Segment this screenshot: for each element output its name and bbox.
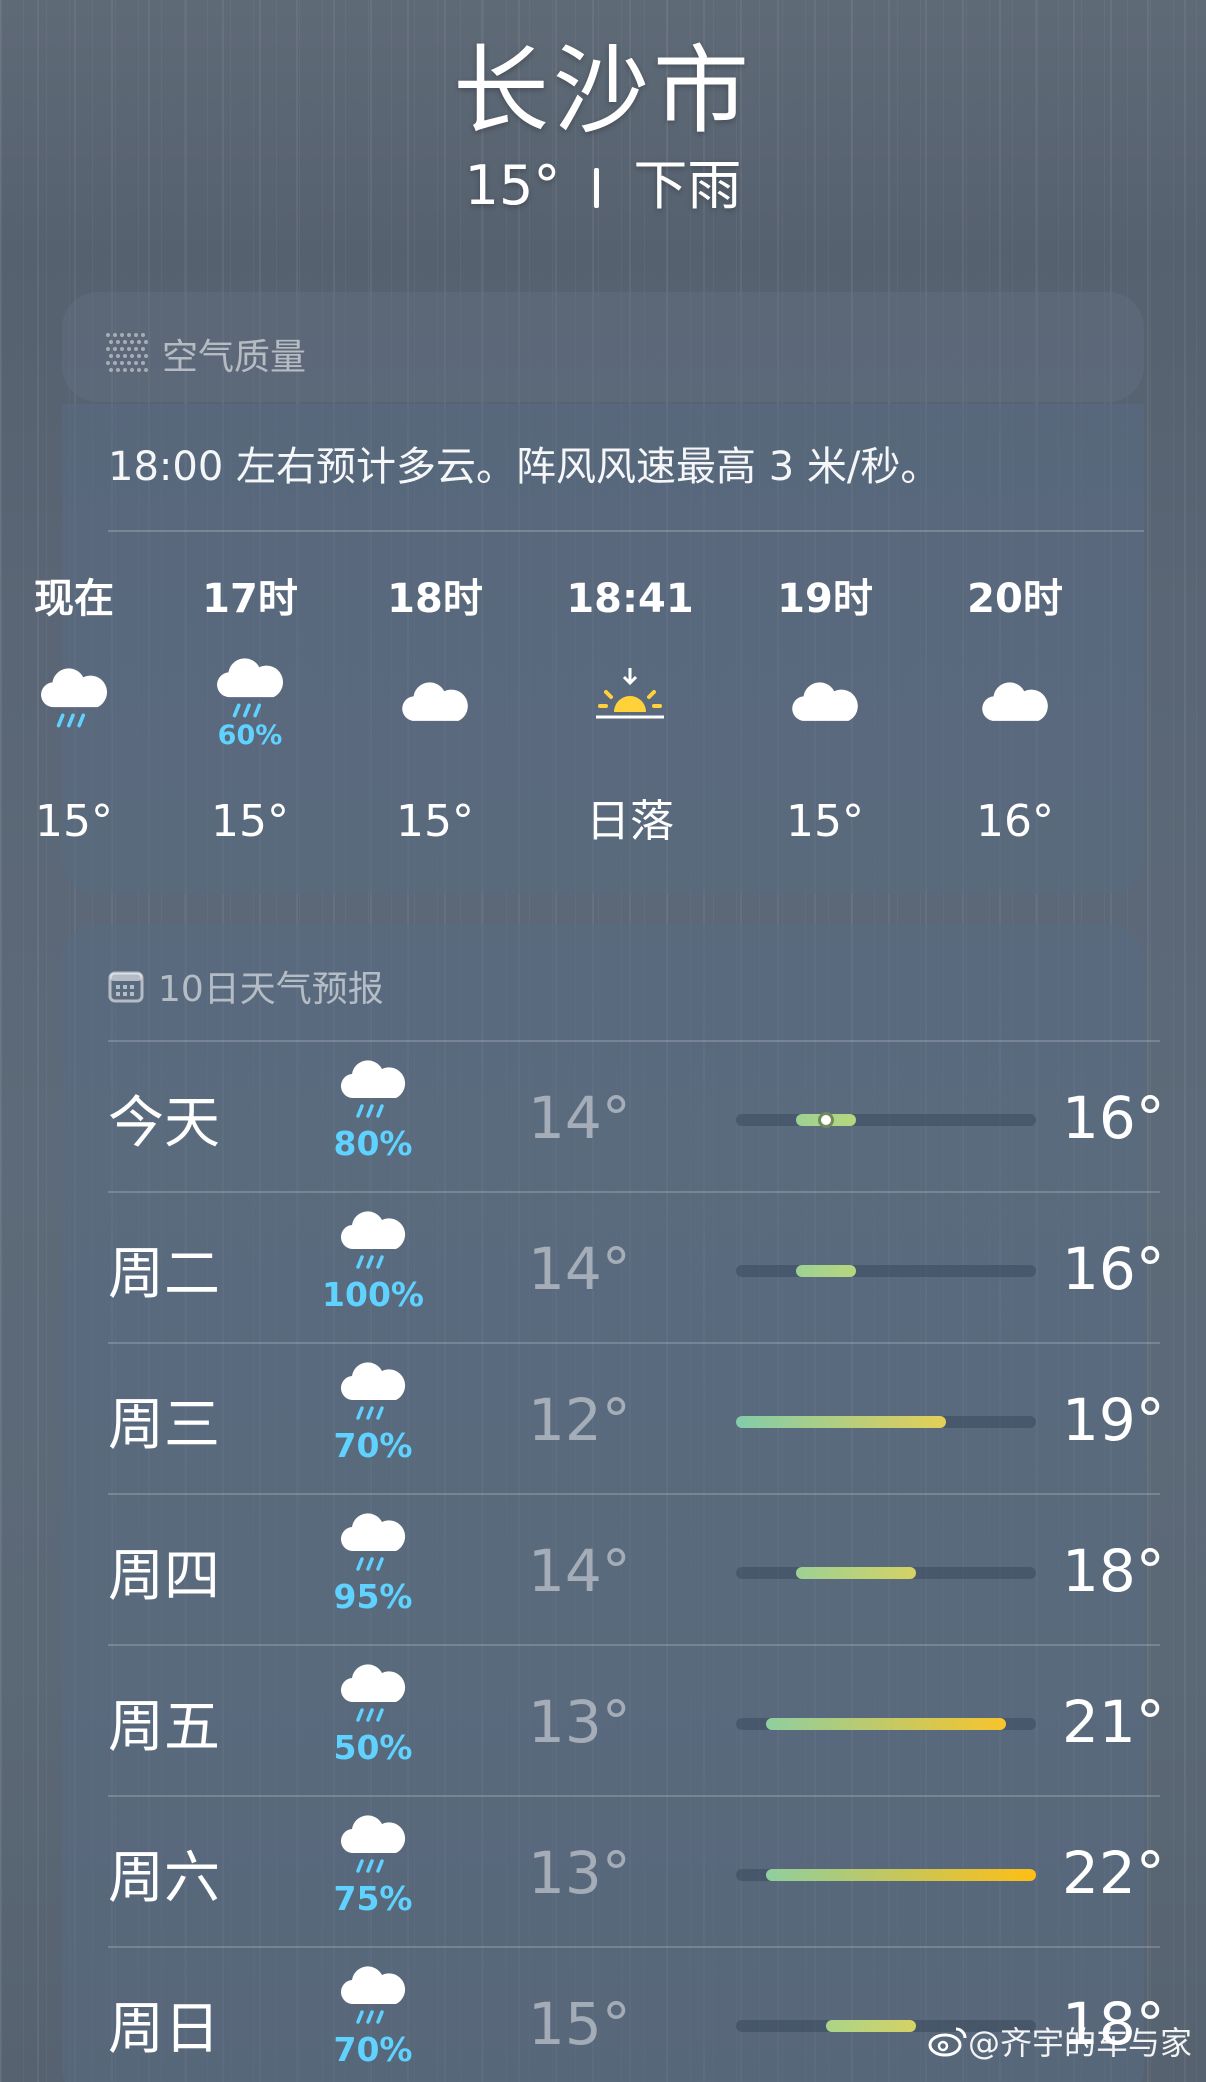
- calendar-icon: [108, 971, 144, 1003]
- high-temp: 19°: [1062, 1386, 1165, 1454]
- hourly-time: 19时: [777, 576, 873, 622]
- precip-chance: 70%: [333, 1426, 413, 1465]
- hourly-item: 18:41 日落: [550, 574, 710, 850]
- temp-range-bar: [736, 1265, 1036, 1277]
- hourly-time: 现在: [34, 576, 114, 622]
- temp-range-fill: [826, 2020, 916, 2032]
- forecast-row[interactable]: 周五 50% 13° 21°: [108, 1644, 1165, 1795]
- cloud-rain-icon: 100%: [318, 1211, 428, 1331]
- hourly-time: 20时: [967, 576, 1063, 622]
- low-temp: 15°: [528, 1990, 631, 2058]
- hourly-item: 19时 15°: [745, 574, 905, 850]
- cloud-rain-icon: 95%: [318, 1513, 428, 1633]
- air-quality-label: 空气质量: [162, 337, 307, 378]
- forecast-day: 周六: [108, 1846, 220, 1911]
- high-temp: 21°: [1062, 1688, 1165, 1756]
- forecast-day: 周四: [108, 1544, 220, 1609]
- hourly-temp: 15°: [786, 796, 864, 847]
- current-temperature: 15°: [464, 154, 561, 218]
- forecast-row[interactable]: 周四 95% 14° 18°: [108, 1493, 1165, 1644]
- hourly-time: 18:41: [566, 576, 694, 622]
- hourly-forecast-card[interactable]: 18:00 左右预计多云。阵风风速最高 3 米/秒。 现在 15° 17时 60% 15…: [34, 404, 1144, 894]
- high-temp: 18°: [1062, 1537, 1165, 1605]
- low-temp: 14°: [528, 1537, 631, 1605]
- hourly-item: 17时 60% 15°: [170, 574, 330, 850]
- cloud-rain-icon: 75%: [318, 1815, 428, 1935]
- city-name: 长沙市: [453, 35, 753, 147]
- forecast-row[interactable]: 周六 75% 13° 22°: [108, 1795, 1165, 1946]
- precip-chance: 100%: [322, 1275, 424, 1314]
- cloud-rain-icon: 70%: [318, 1966, 428, 2082]
- current-conditions: 15° 下雨: [0, 148, 1206, 224]
- hourly-temp: 16°: [976, 796, 1054, 847]
- forecast-day: 周五: [108, 1695, 220, 1760]
- temp-range-bar: [736, 1416, 1036, 1428]
- forecast-day: 周三: [108, 1393, 220, 1458]
- precip-chance: 60%: [217, 720, 283, 751]
- precip-chance: 75%: [333, 1879, 413, 1918]
- temp-range-bar: [736, 1869, 1036, 1881]
- separator: [594, 168, 600, 209]
- low-temp: 12°: [528, 1386, 631, 1454]
- temp-range-bar: [736, 1112, 1036, 1128]
- temp-range-fill: [796, 1567, 916, 1579]
- low-temp: 14°: [528, 1084, 631, 1152]
- weibo-icon: [928, 2027, 967, 2057]
- precip-chance: 50%: [333, 1728, 413, 1767]
- location-header: 长沙市 15° 下雨: [0, 36, 1206, 224]
- hourly-item: 现在 15°: [0, 574, 154, 850]
- forecast-row[interactable]: 周二 100% 14° 16°: [108, 1191, 1165, 1342]
- forecast-row[interactable]: 周三 70% 12° 19°: [108, 1342, 1165, 1493]
- hourly-temp: 日落: [586, 796, 674, 847]
- watermark: @齐宇的车与家: [928, 2018, 1192, 2064]
- temp-range-fill: [766, 1718, 1006, 1730]
- current-condition: 下雨: [633, 154, 742, 218]
- cloud-rain-icon: 70%: [318, 1362, 428, 1482]
- forecast-row[interactable]: 今天 80% 14° 16°: [108, 1040, 1165, 1191]
- low-temp: 13°: [528, 1839, 631, 1907]
- precip-chance: 70%: [333, 2030, 413, 2069]
- hourly-temp: 15°: [35, 796, 113, 847]
- hourly-summary: 18:00 左右预计多云。阵风风速最高 3 米/秒。: [108, 444, 941, 490]
- hourly-time: 18时: [387, 576, 483, 622]
- forecast-day: 周日: [108, 1997, 220, 2062]
- watermark-text: @齐宇的车与家: [967, 2024, 1192, 2062]
- hourly-time: 17时: [202, 576, 298, 622]
- temp-range-bar: [736, 1718, 1036, 1730]
- hourly-temp: 15°: [211, 796, 289, 847]
- low-temp: 13°: [528, 1688, 631, 1756]
- cloud-rain-icon: 80%: [318, 1060, 428, 1180]
- cloud-rain-icon: 50%: [318, 1664, 428, 1784]
- air-quality-icon: [106, 333, 148, 375]
- ten-day-forecast-card[interactable]: 10日天气预报 今天 80% 14° 16° 周二 100% 14° 16° 周三 70% 12° 1…: [62, 924, 1165, 2082]
- temp-range-bar: [736, 1567, 1036, 1579]
- high-temp: 16°: [1062, 1235, 1165, 1303]
- divider: [108, 530, 1144, 532]
- temp-range-fill: [766, 1869, 1036, 1881]
- precip-chance: 95%: [333, 1577, 413, 1616]
- hourly-temp: 15°: [396, 796, 474, 847]
- precip-chance: 80%: [333, 1124, 413, 1163]
- forecast-label: 10日天气预报: [158, 969, 384, 1010]
- temp-range-fill: [736, 1416, 946, 1428]
- high-temp: 22°: [1062, 1839, 1165, 1907]
- temp-range-fill: [796, 1265, 856, 1277]
- hourly-item: 20时 16°: [935, 574, 1095, 850]
- low-temp: 14°: [528, 1235, 631, 1303]
- hourly-item: 18时 15°: [355, 574, 515, 850]
- forecast-day: 今天: [108, 1091, 220, 1156]
- forecast-day: 周二: [108, 1242, 220, 1307]
- current-temp-dot: [818, 1112, 834, 1128]
- high-temp: 16°: [1062, 1084, 1165, 1152]
- air-quality-card[interactable]: 空气质量: [62, 292, 1144, 402]
